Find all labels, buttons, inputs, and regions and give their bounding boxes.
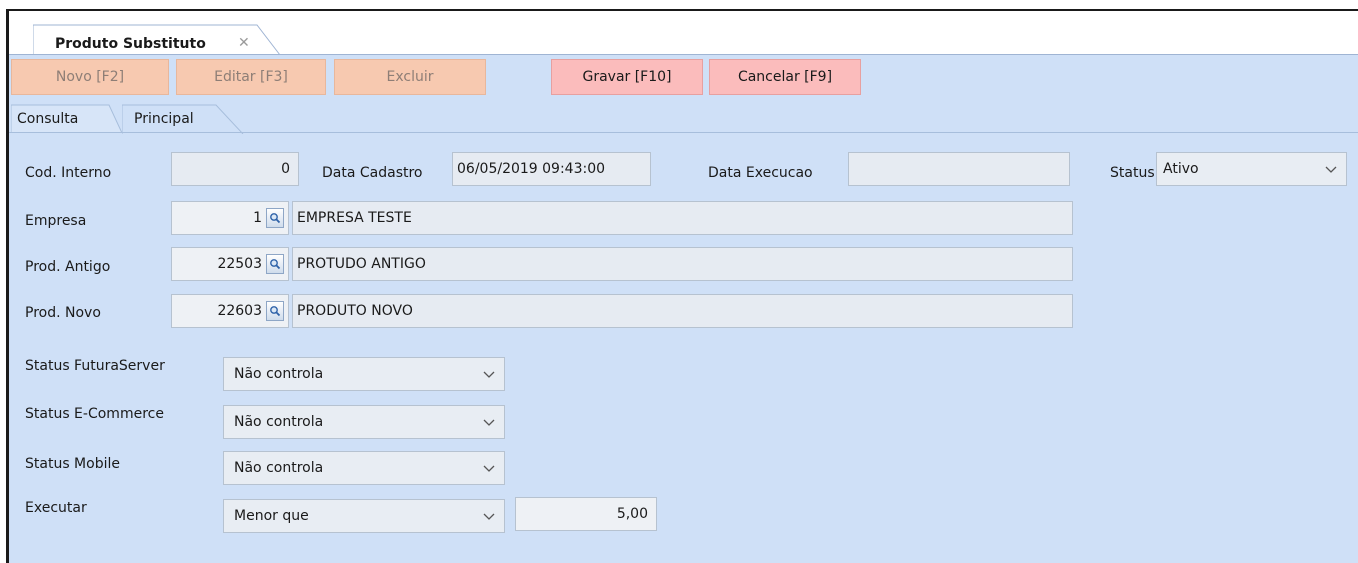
document-tab-title: Produto Substituto <box>55 36 206 52</box>
search-icon[interactable] <box>266 208 284 228</box>
tab-consulta[interactable]: Consulta <box>11 104 123 133</box>
status-mobile-label: Status Mobile <box>25 456 120 472</box>
search-icon[interactable] <box>266 254 284 274</box>
prod-antigo-description-field: PROTUDO ANTIGO <box>292 247 1073 281</box>
chevron-down-icon <box>483 371 495 378</box>
cancelar-button[interactable]: Cancelar [F9] <box>709 59 861 95</box>
cod-interno-field: 0 <box>171 152 299 186</box>
document-tab-strip: Produto Substituto ✕ <box>9 11 1358 56</box>
prod-novo-description-field: PRODUTO NOVO <box>292 294 1073 328</box>
document-tab[interactable]: Produto Substituto ✕ <box>33 23 281 56</box>
app-window: Produto Substituto ✕ Novo [F2] Editar [F… <box>6 9 1358 563</box>
form-tabs: Consulta Principal <box>9 101 1358 134</box>
gravar-button[interactable]: Gravar [F10] <box>551 59 703 95</box>
novo-button[interactable]: Novo [F2] <box>11 59 169 95</box>
status-label: Status <box>1110 165 1155 181</box>
executar-label: Executar <box>25 500 87 516</box>
cod-interno-label: Cod. Interno <box>25 165 112 181</box>
empresa-label: Empresa <box>25 213 87 229</box>
status-mobile-select[interactable]: Não controla <box>223 451 505 485</box>
status-select-value: Ativo <box>1163 161 1199 177</box>
empresa-description-field: EMPRESA TESTE <box>292 201 1073 235</box>
close-icon[interactable]: ✕ <box>238 35 250 51</box>
tab-principal-label: Principal <box>134 111 194 127</box>
excluir-button[interactable]: Excluir <box>334 59 486 95</box>
prod-novo-label: Prod. Novo <box>25 305 101 321</box>
status-ecommerce-value: Não controla <box>234 414 324 430</box>
data-execucao-field <box>848 152 1070 186</box>
data-execucao-label: Data Execucao <box>708 165 813 181</box>
status-mobile-value: Não controla <box>234 460 324 476</box>
editar-button[interactable]: Editar [F3] <box>176 59 326 95</box>
data-cadastro-field: 06/05/2019 09:43:00 <box>452 152 651 186</box>
executar-select[interactable]: Menor que <box>223 499 505 533</box>
executar-value: Menor que <box>234 508 309 524</box>
status-ecommerce-select[interactable]: Não controla <box>223 405 505 439</box>
chevron-down-icon <box>483 513 495 520</box>
prod-antigo-label: Prod. Antigo <box>25 259 111 275</box>
tab-principal[interactable]: Principal <box>122 104 244 134</box>
status-futuraserver-select[interactable]: Não controla <box>223 357 505 391</box>
chevron-down-icon <box>483 465 495 472</box>
toolbar: Novo [F2] Editar [F3] Excluir Gravar [F1… <box>9 55 1358 101</box>
tab-consulta-label: Consulta <box>17 111 79 127</box>
chevron-down-icon <box>1325 166 1337 173</box>
data-cadastro-label: Data Cadastro <box>322 165 423 181</box>
executar-amount-field[interactable]: 5,00 <box>515 497 657 531</box>
chevron-down-icon <box>483 419 495 426</box>
search-icon[interactable] <box>266 301 284 321</box>
status-futuraserver-label: Status FuturaServer <box>25 358 165 374</box>
status-futuraserver-value: Não controla <box>234 366 324 382</box>
status-ecommerce-label: Status E-Commerce <box>25 406 164 422</box>
form-tabs-divider <box>9 132 1358 133</box>
status-select[interactable]: Ativo <box>1156 152 1347 186</box>
